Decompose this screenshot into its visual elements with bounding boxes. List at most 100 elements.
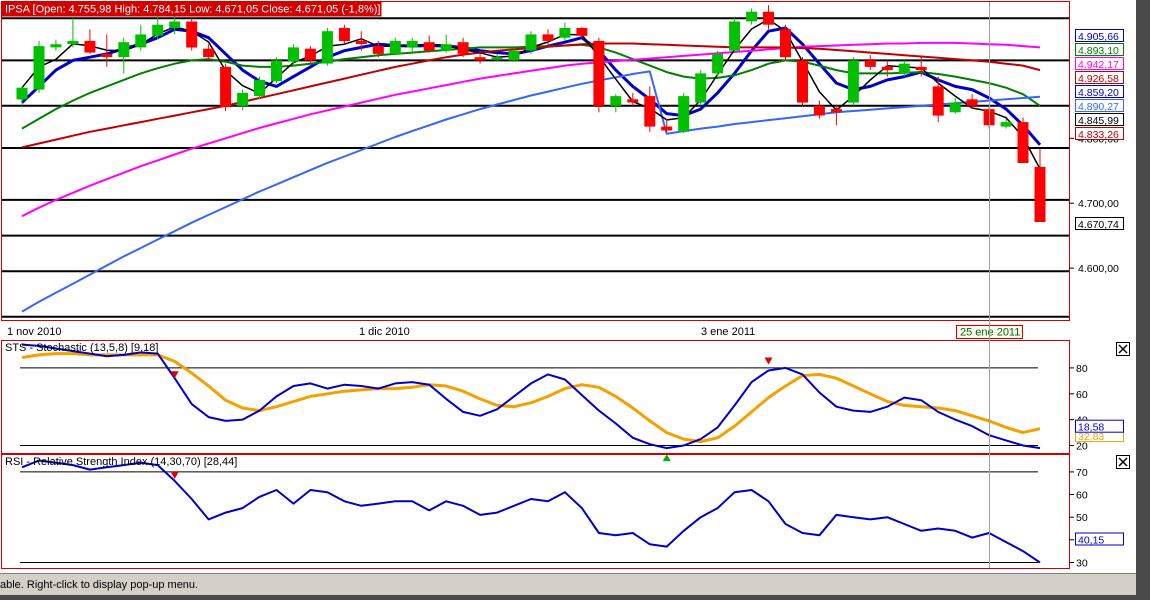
price-value-tag: 4.670,74 [1075,217,1124,231]
candle-body [966,99,978,106]
candle-body [729,21,741,51]
candle-body [169,21,181,28]
price-value-tag: 4.926,58 [1075,71,1124,85]
candle-body [661,126,673,131]
x-highlight-label: 25 ene 2011 [960,327,1020,339]
candle-body [746,11,758,22]
candle-body [797,60,808,103]
candle-body [338,28,350,41]
status-text: able. Right-click to display pop-up menu… [0,579,199,591]
candle-body [355,40,367,45]
rsi-y-tick-label: 70 [1076,467,1088,479]
candle-body [915,66,927,71]
candle-body [186,21,198,48]
window-edge-right [1136,0,1150,600]
candle-body [847,60,859,103]
candle-body [559,28,571,38]
candle-body [118,42,130,58]
candle-body [389,40,401,54]
rsi-y-tick-label: 30 [1076,558,1088,570]
candle [780,24,791,61]
candle-body [1034,166,1046,222]
candle-body [695,73,707,103]
status-bar: able. Right-click to display pop-up menu… [0,573,1136,595]
candle-body [203,48,215,58]
candle-body [304,48,316,61]
price-value-tag: 4.833,26 [1075,127,1124,141]
candle-body [491,57,503,60]
candle [254,76,265,100]
price-value-tag-text: 4.905,66 [1078,31,1119,43]
candle-body [763,11,774,25]
candle-body [84,40,96,53]
candle-body [813,105,825,116]
candle-body [542,34,554,41]
candle-body [220,66,232,108]
candle-body [152,24,164,36]
x-label-nov: 1 nov 2010 [7,326,61,338]
candle [695,70,707,106]
price-value-tag-text: 4.833,26 [1078,129,1119,141]
candle [1017,117,1029,163]
stochastic-close-button[interactable] [1116,342,1130,356]
price-value-tag: 4.845,99 [1075,113,1124,127]
stochastic-value-tag-text: 18,58 [1078,422,1104,434]
candle-body [101,53,113,58]
candle-body [474,57,486,61]
candle [525,31,537,54]
rsi-value-tag-text: 40,15 [1078,535,1104,547]
rsi-value-tag: 40,15 [1075,532,1124,547]
candle-body [254,79,265,97]
stochastic-value-tag: 18,58 [1075,419,1124,434]
price-value-tag: 4.905,66 [1075,29,1124,43]
candle [33,40,45,93]
candle-body [440,44,452,51]
stochastic-value-tags: 32,8318,58 [1075,419,1124,443]
price-value-tag-text: 4.670,74 [1078,219,1119,231]
candle-body [135,34,147,48]
price-value-tag-text: 4.942,17 [1078,59,1119,71]
candle [678,92,690,134]
stochastic-title: STS - Stochastic (13,5,8) [9,18] [5,342,158,354]
rsi-y-tick-label: 50 [1076,512,1088,524]
rsi-y-tick-label: 60 [1076,490,1088,502]
candle-body [321,31,333,64]
x-label-dic: 1 dic 2010 [359,326,410,338]
candle [220,63,232,111]
price-value-tag: 4.890,27 [1075,99,1124,113]
candle-body [627,99,639,103]
candle-body [406,40,418,48]
candle-body [67,40,79,45]
candle-body [712,53,724,74]
candle-body [576,28,588,36]
candle-body [423,42,435,51]
chart-canvas[interactable]: IPSA [Open: 4.755,98 High: 4.784,15 Low:… [0,0,1136,573]
price-value-tag-text: 4.890,27 [1078,101,1119,113]
stochastic-y-tick-label: 80 [1076,363,1088,375]
candle-body [898,63,910,74]
candle-body [610,96,622,106]
candle [729,18,741,53]
price-y-tick-label: 4.700,00 [1078,198,1119,210]
candle-body [830,109,842,113]
rsi-close-button[interactable] [1116,455,1130,469]
candle [271,57,282,84]
chart-window: IPSA [Open: 4.755,98 High: 4.784,15 Low:… [0,0,1150,600]
candle-body [780,29,791,58]
price-value-tag: 4.942,17 [1075,57,1124,71]
price-title: IPSA [Open: 4.755,98 High: 4.784,15 Low:… [5,4,380,16]
candle [712,50,724,77]
candle-body [288,47,299,62]
candle-body [949,102,961,113]
candle-body [457,42,469,54]
candle-body [864,60,876,67]
price-value-tag-text: 4.859,20 [1078,87,1119,99]
price-value-tag-text: 4.926,58 [1078,73,1119,85]
rsi-value-tags: 40,15 [1075,532,1124,547]
candle-body [678,96,690,132]
price-value-tag-text: 4.893,10 [1078,45,1119,57]
candle-body [50,44,62,48]
price-value-tag: 4.859,20 [1075,85,1124,99]
rsi-title: RSI - Relative Strength Index (14,30,70)… [5,456,237,468]
candle-body [33,46,45,90]
